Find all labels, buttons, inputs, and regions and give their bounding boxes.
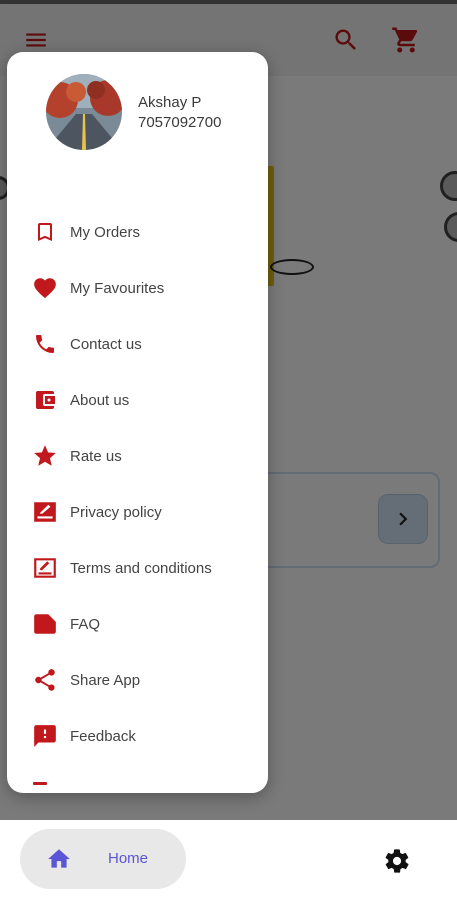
drawer-item-my-orders[interactable]: My Orders xyxy=(7,204,268,260)
gear-icon xyxy=(385,849,409,873)
signature-box-icon xyxy=(31,554,59,582)
nav-item-home[interactable]: Home xyxy=(20,829,186,889)
bookmark-icon xyxy=(31,218,59,246)
wallet-icon xyxy=(31,386,59,414)
drawer-item-label: My Orders xyxy=(70,223,141,241)
star-icon xyxy=(31,442,59,470)
drawer-item-my-favourites[interactable]: My Favourites xyxy=(7,260,268,316)
drawer-item-label: My Favourites xyxy=(70,279,165,297)
home-icon xyxy=(48,849,70,868)
drawer-item-label: About us xyxy=(70,391,130,409)
drawer-item-label: Terms and conditions xyxy=(70,559,212,577)
bottom-navigation: Home xyxy=(0,820,457,900)
user-phone: 7057092700 xyxy=(138,114,222,131)
drawer-item-label: Feedback xyxy=(70,727,136,745)
partially-hidden-menu-icon xyxy=(33,782,47,785)
label-icon xyxy=(31,610,59,638)
drawer-item-contact-us[interactable]: Contact us xyxy=(7,316,268,372)
user-name: Akshay P xyxy=(138,94,202,111)
phone-icon xyxy=(31,330,59,358)
settings-button[interactable] xyxy=(382,846,412,876)
drawer-menu: My Orders My Favourites Contact us About… xyxy=(7,204,268,764)
edit-signature-icon xyxy=(31,498,59,526)
share-icon xyxy=(31,666,59,694)
drawer-item-feedback[interactable]: Feedback xyxy=(7,708,268,764)
feedback-icon xyxy=(31,722,59,750)
avatar[interactable] xyxy=(46,74,122,150)
drawer-item-rate-us[interactable]: Rate us xyxy=(7,428,268,484)
drawer-item-faq[interactable]: FAQ xyxy=(7,596,268,652)
drawer-item-terms-and-conditions[interactable]: Terms and conditions xyxy=(7,540,268,596)
nav-item-home-label: Home xyxy=(108,850,149,867)
navigation-drawer: Akshay P 7057092700 My Orders My Favouri… xyxy=(7,52,268,793)
drawer-item-label: Contact us xyxy=(70,335,142,353)
drawer-item-label: FAQ xyxy=(70,615,101,633)
avatar-image xyxy=(46,74,122,150)
drawer-item-label: Share App xyxy=(70,671,141,689)
drawer-item-share-app[interactable]: Share App xyxy=(7,652,268,708)
drawer-item-about-us[interactable]: About us xyxy=(7,372,268,428)
heart-icon xyxy=(31,274,59,302)
drawer-item-label: Rate us xyxy=(70,447,122,465)
drawer-item-privacy-policy[interactable]: Privacy policy xyxy=(7,484,268,540)
drawer-item-label: Privacy policy xyxy=(70,503,162,521)
